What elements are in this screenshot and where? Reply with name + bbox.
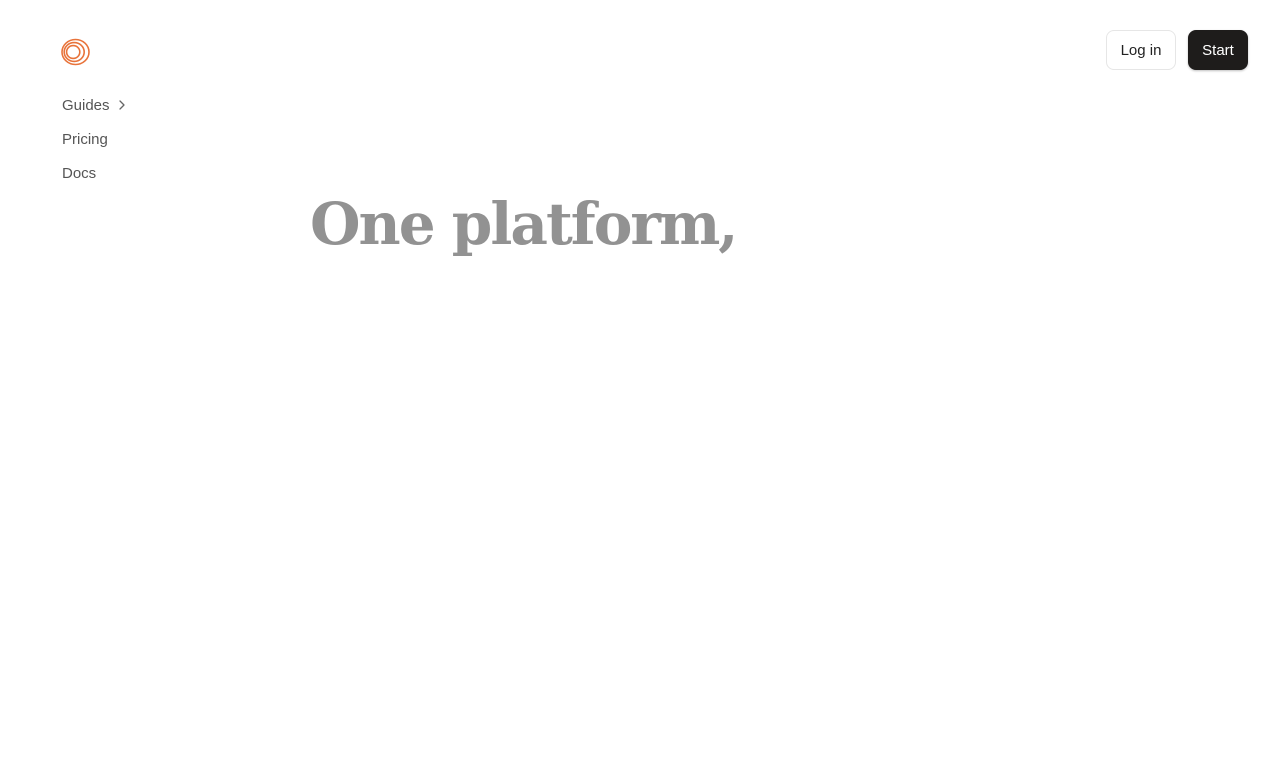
nav-item-pricing-label: Pricing bbox=[62, 130, 108, 148]
nav-item-docs[interactable]: Docs bbox=[62, 156, 128, 190]
chevron-right-icon bbox=[118, 100, 125, 110]
hero-title: One platform, bbox=[310, 190, 739, 258]
start-button[interactable]: Start bbox=[1188, 30, 1248, 70]
nav-item-pricing[interactable]: Pricing bbox=[62, 122, 128, 156]
nav-item-guides-label: Guides bbox=[62, 96, 110, 114]
nav-item-guides[interactable]: Guides bbox=[62, 88, 128, 122]
header-actions: Log in Start bbox=[1106, 30, 1248, 70]
logo-icon[interactable] bbox=[60, 37, 91, 67]
login-button[interactable]: Log in bbox=[1106, 30, 1176, 70]
nav-item-docs-label: Docs bbox=[62, 164, 97, 182]
main-nav: Guides Pricing Docs bbox=[62, 88, 128, 190]
